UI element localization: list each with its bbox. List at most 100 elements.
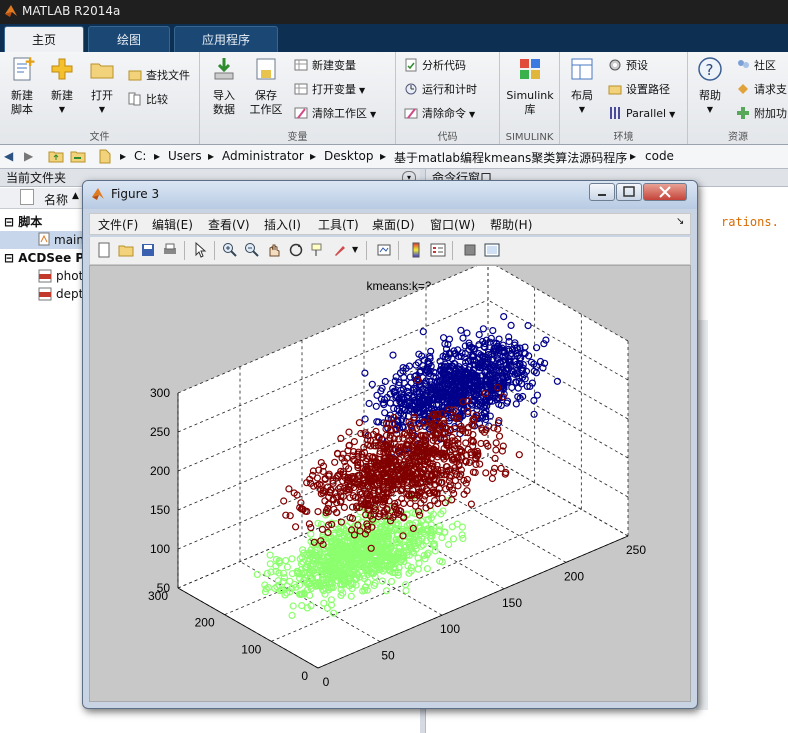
help-button[interactable]: ? 帮助 ▼ xyxy=(690,56,730,117)
help-label: 帮助 xyxy=(699,89,721,102)
hide-plot-tools-icon[interactable] xyxy=(462,242,478,258)
tab-apps[interactable]: 应用程序 xyxy=(174,26,278,52)
breadcrumb-sep-icon: ▸ xyxy=(380,149,387,163)
addons-label: 附加功 xyxy=(754,107,787,120)
menu-desktop[interactable]: 桌面(D) xyxy=(372,216,415,233)
open-button[interactable]: 打开 ▼ xyxy=(82,56,122,117)
up-folder-icon[interactable] xyxy=(48,149,64,163)
open-dropdown-icon: ▼ xyxy=(98,105,106,114)
figure-titlebar[interactable]: Figure 3 xyxy=(83,181,697,209)
open-file-icon[interactable] xyxy=(118,242,134,258)
clear-workspace-icon xyxy=(294,107,308,119)
tab-home[interactable]: 主页 xyxy=(4,26,84,52)
community-button[interactable]: 社区 xyxy=(736,56,776,76)
layout-button[interactable]: 布局 ▼ xyxy=(562,56,602,117)
preferences-button[interactable]: 预设 xyxy=(608,56,648,76)
analyze-code-button[interactable]: 分析代码 xyxy=(404,56,466,76)
save-icon[interactable] xyxy=(140,242,156,258)
new-variable-button[interactable]: 新建变量 xyxy=(294,56,356,76)
brush-dropdown-icon[interactable]: ▼ xyxy=(352,245,358,254)
name-column-label[interactable]: 名称 xyxy=(44,191,68,208)
section-scripts-label: 脚本 xyxy=(18,215,43,229)
back-icon[interactable]: ◀ xyxy=(4,149,13,163)
breadcrumb-code[interactable]: code xyxy=(645,149,674,163)
find-files-button[interactable]: 查找文件 xyxy=(128,66,190,86)
collapse-icon[interactable]: ⊟ xyxy=(4,215,18,229)
sort-ascending-icon[interactable]: ▲ xyxy=(72,191,79,201)
menu-view[interactable]: 查看(V) xyxy=(208,216,250,233)
simulink-library-button[interactable]: Simulink 库 xyxy=(506,56,554,117)
import-data-button[interactable]: 导入 数据 xyxy=(204,56,244,117)
pointer-icon[interactable] xyxy=(192,242,208,258)
matlab-figure-icon xyxy=(92,188,104,200)
menu-dock-icon[interactable]: ↘ xyxy=(676,216,684,227)
brush-icon[interactable] xyxy=(332,242,348,258)
file-type-icon xyxy=(20,189,34,205)
layout-dropdown-icon: ▼ xyxy=(578,105,586,114)
collapse-icon[interactable]: ⊟ xyxy=(4,251,18,265)
breadcrumb-sep-icon: ▸ xyxy=(208,149,215,163)
breadcrumb-administrator[interactable]: Administrator xyxy=(222,149,304,163)
pan-hand-icon[interactable] xyxy=(266,242,282,258)
maximize-button[interactable] xyxy=(616,183,642,201)
request-support-label: 请求支 xyxy=(754,83,787,96)
clear-workspace-dropdown-icon: ▼ xyxy=(370,110,377,119)
layout-label: 布局 xyxy=(571,89,593,102)
breadcrumb-project[interactable]: 基于matlab编程kmeans聚类算法源码程序 xyxy=(394,149,627,166)
clear-workspace-button[interactable]: 清除工作区 ▼ xyxy=(294,104,376,124)
menu-window[interactable]: 窗口(W) xyxy=(430,216,475,233)
menu-file[interactable]: 文件(F) xyxy=(98,216,138,233)
open-label: 打开 xyxy=(91,89,113,102)
menu-help[interactable]: 帮助(H) xyxy=(490,216,532,233)
breadcrumb-desktop[interactable]: Desktop xyxy=(324,149,374,163)
minimize-button[interactable] xyxy=(589,183,615,201)
resources-group: ? 帮助 ▼ 社区 请求支 附加功 资源 xyxy=(688,52,788,144)
analyze-code-icon xyxy=(405,58,417,72)
run-and-time-button[interactable]: 运行和计时 xyxy=(404,80,477,100)
menu-tools[interactable]: 工具(T) xyxy=(318,216,359,233)
new-script-button[interactable]: ✚ 新建 脚本 xyxy=(2,55,42,117)
breadcrumb-sep-icon: ▸ xyxy=(310,149,317,163)
show-plot-tools-icon[interactable] xyxy=(484,242,500,258)
request-support-button[interactable]: 请求支 xyxy=(736,80,787,100)
legend-icon[interactable] xyxy=(430,242,446,258)
file-item-depth[interactable]: dept xyxy=(38,285,83,303)
z-tick-label: 100 xyxy=(150,542,170,556)
clear-workspace-label: 清除工作区 xyxy=(312,107,367,120)
kmeans-3d-plot[interactable]: kmeans:k=3 05010015020025001002003005010… xyxy=(90,266,690,701)
tab-plots[interactable]: 绘图 xyxy=(88,26,170,52)
close-button[interactable] xyxy=(643,183,687,201)
new-label: 新建 xyxy=(51,89,73,102)
zoom-in-icon[interactable] xyxy=(222,242,238,258)
menu-edit[interactable]: 编辑(E) xyxy=(152,216,193,233)
save-workspace-button[interactable]: 保存 工作区 xyxy=(246,56,286,117)
section-scripts[interactable]: ⊟ 脚本 xyxy=(4,213,42,231)
menu-insert[interactable]: 插入(I) xyxy=(264,216,301,233)
parallel-button[interactable]: Parallel ▼ xyxy=(608,104,675,124)
new-variable-icon xyxy=(294,59,308,71)
figure-menubar: 文件(F) 编辑(E) 查看(V) 插入(I) 工具(T) 桌面(D) 窗口(W… xyxy=(89,213,691,235)
zoom-out-icon[interactable] xyxy=(244,242,260,258)
set-path-button[interactable]: 设置路径 xyxy=(608,80,670,100)
browse-folder-icon[interactable] xyxy=(70,149,86,163)
file-group: ✚ 新建 脚本 新建 ▼ 打开 ▼ 查找文件 比较 文件 xyxy=(0,52,200,144)
new-button[interactable]: 新建 ▼ xyxy=(42,56,82,117)
link-plot-icon[interactable] xyxy=(376,242,392,258)
print-icon[interactable] xyxy=(162,242,178,258)
colorbar-icon[interactable] xyxy=(408,242,424,258)
breadcrumb-c[interactable]: C: xyxy=(134,149,146,163)
clear-commands-button[interactable]: 清除命令 ▼ xyxy=(404,104,475,124)
data-cursor-icon[interactable] xyxy=(310,242,326,258)
compare-button[interactable]: 比较 xyxy=(128,90,168,110)
z-tick-label: 250 xyxy=(150,425,170,439)
rotate-3d-icon[interactable] xyxy=(288,242,304,258)
addons-button[interactable]: 附加功 xyxy=(736,104,787,124)
new-script-label: 新建 脚本 xyxy=(11,89,33,116)
ribbon-tabbar: 主页 绘图 应用程序 xyxy=(0,24,788,52)
file-item-photo[interactable]: phot xyxy=(38,267,83,285)
section-acdsee[interactable]: ⊟ ACDSee PI xyxy=(4,249,89,267)
breadcrumb-users[interactable]: Users xyxy=(168,149,202,163)
new-figure-icon[interactable] xyxy=(96,242,112,258)
open-variable-button[interactable]: 打开变量 ▼ xyxy=(294,80,365,100)
forward-icon[interactable]: ▶ xyxy=(24,149,33,163)
